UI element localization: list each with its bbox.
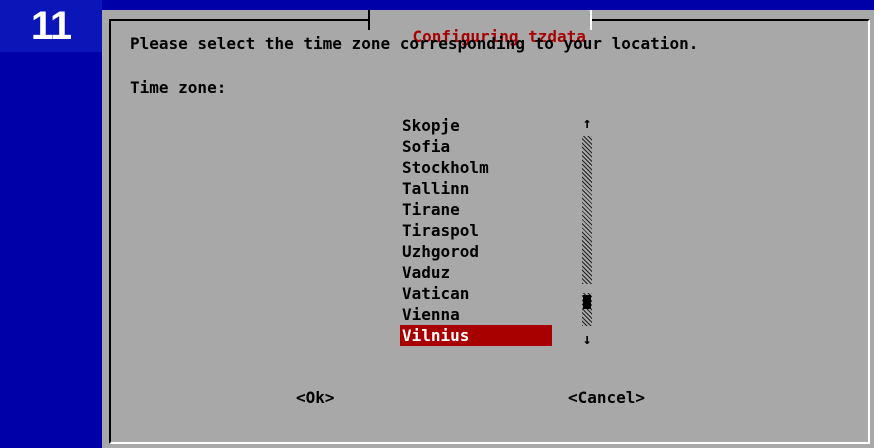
list-item[interactable]: Skopje bbox=[400, 115, 552, 136]
list-item[interactable]: Vaduz bbox=[400, 262, 552, 283]
list-item[interactable]: Vienna bbox=[400, 304, 552, 325]
list-item[interactable]: Tallinn bbox=[400, 178, 552, 199]
dialog-title: Configuring tzdata bbox=[368, 10, 592, 46]
scroll-up-arrow-icon[interactable]: ↑ bbox=[580, 114, 594, 132]
list-item-selected[interactable]: Vilnius bbox=[400, 325, 552, 346]
list-scrollbar[interactable]: ↑ ↓ bbox=[580, 114, 594, 348]
step-number-badge: 11 bbox=[0, 0, 102, 52]
time-zone-label: Time zone: bbox=[130, 78, 227, 97]
tzdata-dialog: Configuring tzdata Please select the tim… bbox=[102, 10, 874, 448]
scroll-down-arrow-icon[interactable]: ↓ bbox=[580, 330, 594, 348]
list-item[interactable]: Sofia bbox=[400, 136, 552, 157]
scroll-thumb[interactable] bbox=[583, 295, 591, 309]
list-item[interactable]: Vatican bbox=[400, 283, 552, 304]
cancel-button[interactable]: <Cancel> bbox=[568, 388, 645, 407]
list-item[interactable]: Tirane bbox=[400, 199, 552, 220]
dialog-prompt: Please select the time zone correspondin… bbox=[130, 34, 699, 53]
list-item[interactable]: Uzhgorod bbox=[400, 241, 552, 262]
list-item[interactable]: Stockholm bbox=[400, 157, 552, 178]
time-zone-list[interactable]: Skopje Sofia Stockholm Tallinn Tirane Ti… bbox=[400, 115, 560, 346]
list-item[interactable]: Tiraspol bbox=[400, 220, 552, 241]
ok-button[interactable]: <Ok> bbox=[296, 388, 335, 407]
